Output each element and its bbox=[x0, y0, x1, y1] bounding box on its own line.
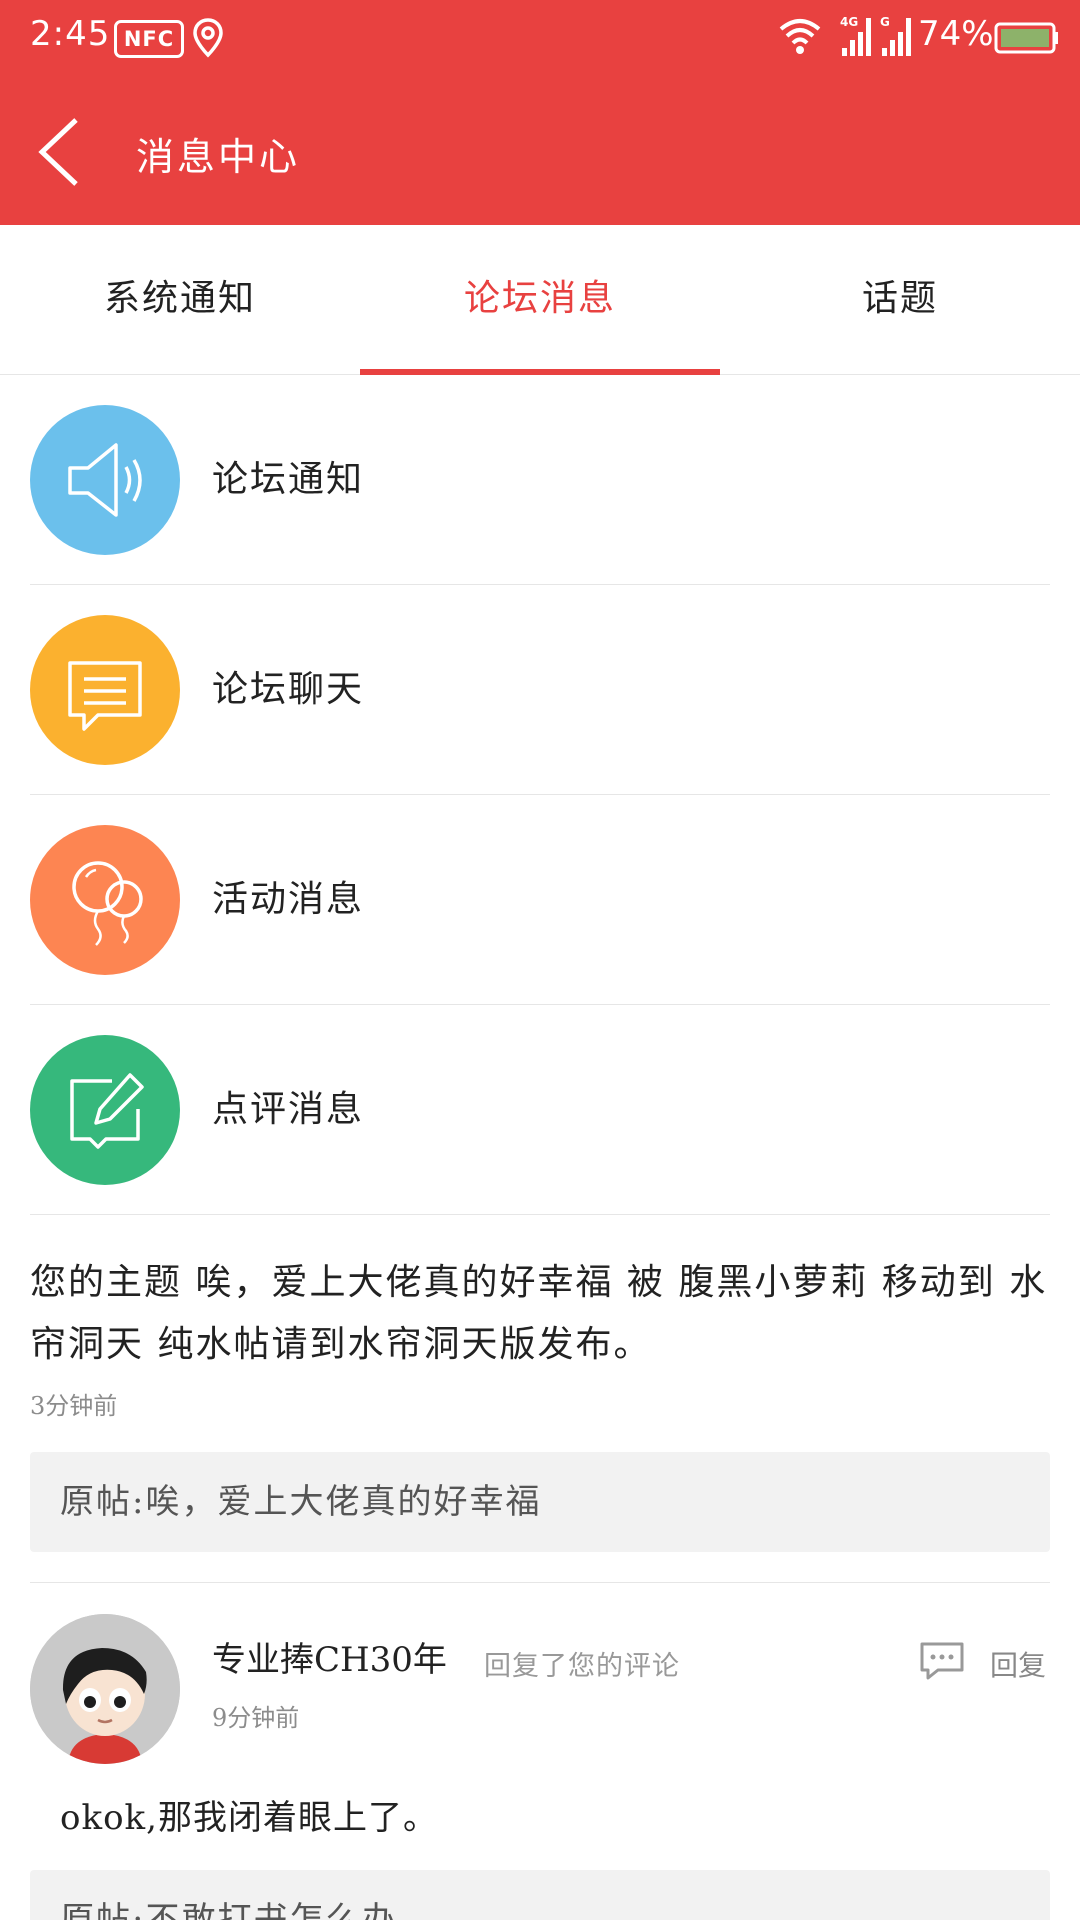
reply-action-text: 回复了您的评论 bbox=[484, 1651, 680, 1682]
menu-item-label: 论坛聊天 bbox=[212, 669, 365, 710]
notice-time: 3分钟前 bbox=[30, 1392, 118, 1420]
avatar[interactable] bbox=[30, 1614, 180, 1764]
signal-4g-icon: 4G bbox=[838, 14, 876, 62]
balloon-icon bbox=[30, 825, 180, 975]
chevron-left-icon bbox=[38, 118, 78, 186]
original-post-quote[interactable]: 原帖:唉，爱上大佬真的好幸福 bbox=[30, 1452, 1050, 1552]
battery-icon bbox=[994, 22, 1060, 58]
back-button[interactable] bbox=[30, 112, 90, 192]
status-bar: 2:45 NFC 4G G 74% bbox=[0, 0, 1080, 76]
signal-g-icon: G bbox=[878, 14, 916, 62]
menu-item-label: 论坛通知 bbox=[212, 459, 365, 500]
menu-item-activity[interactable]: 活动消息 bbox=[0, 795, 1080, 1005]
title-bar: 消息中心 bbox=[0, 76, 1080, 225]
reply-button-label: 回复 bbox=[990, 1649, 1047, 1682]
menu-item-forum-notice[interactable]: 论坛通知 bbox=[0, 375, 1080, 585]
app-root: 2:45 NFC 4G G 74% 消息中心 系统通知 论坛消息 话题 论坛通知… bbox=[0, 0, 1080, 1920]
original-post-text: 原帖:不敢打书怎么办 bbox=[60, 1900, 398, 1920]
divider bbox=[30, 1582, 1050, 1583]
tab-topics[interactable]: 话题 bbox=[720, 225, 1080, 374]
location-icon bbox=[192, 18, 224, 62]
speaker-icon bbox=[30, 405, 180, 555]
page-title: 消息中心 bbox=[136, 135, 301, 179]
menu-item-label: 活动消息 bbox=[212, 879, 365, 920]
reply-button[interactable]: 回复 bbox=[918, 1638, 1052, 1686]
comment-icon bbox=[920, 1642, 964, 1680]
reply-time: 9分钟前 bbox=[212, 1704, 300, 1732]
chat-icon bbox=[30, 615, 180, 765]
tab-system-notice[interactable]: 系统通知 bbox=[0, 225, 360, 374]
tab-forum-messages[interactable]: 论坛消息 bbox=[360, 225, 720, 374]
status-time: 2:45 bbox=[30, 14, 111, 54]
wifi-icon bbox=[778, 16, 822, 60]
nfc-badge: NFC bbox=[114, 20, 184, 58]
tab-bar: 系统通知 论坛消息 话题 bbox=[0, 225, 1080, 375]
reply-username[interactable]: 专业捧CH30年 bbox=[212, 1632, 447, 1681]
svg-text:4G: 4G bbox=[840, 15, 858, 29]
reply-content: okok,那我闭着眼上了。 bbox=[60, 1798, 438, 1838]
menu-item-label: 点评消息 bbox=[212, 1089, 365, 1130]
battery-percent: 74% bbox=[918, 14, 994, 54]
original-post-text: 原帖:唉，爱上大佬真的好幸福 bbox=[60, 1482, 542, 1522]
divider bbox=[30, 1214, 1050, 1215]
original-post-quote-2[interactable]: 原帖:不敢打书怎么办 bbox=[30, 1870, 1050, 1920]
user-avatar-image bbox=[30, 1614, 180, 1764]
menu-item-forum-chat[interactable]: 论坛聊天 bbox=[0, 585, 1080, 795]
menu-item-review[interactable]: 点评消息 bbox=[0, 1005, 1080, 1215]
edit-icon bbox=[30, 1035, 180, 1185]
svg-text:G: G bbox=[880, 15, 890, 29]
notice-text: 您的主题 唉，爱上大佬真的好幸福 被 腹黑小萝莉 移动到 水帘洞天 纯水帖请到水… bbox=[30, 1262, 1048, 1365]
